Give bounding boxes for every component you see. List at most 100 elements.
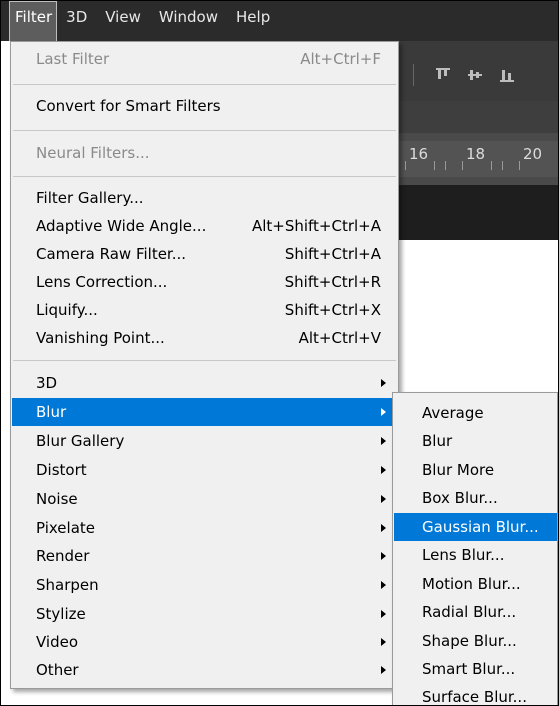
menu-item-shortcut: Alt+Ctrl+V: [298, 329, 381, 347]
align-top-edges-icon[interactable]: [436, 68, 450, 82]
menu-item-shortcut: Alt+Ctrl+F: [300, 50, 381, 68]
document-pasteboard: [399, 185, 558, 240]
menu-item-label: Video: [36, 633, 79, 651]
menu-item-video[interactable]: Video: [11, 628, 398, 656]
menu-item-label: Sharpen: [36, 576, 99, 594]
submenu-item-blur-more[interactable]: Blur More: [393, 456, 557, 484]
ruler-number: 18: [466, 145, 486, 163]
menu-item-label: Stylize: [36, 605, 86, 623]
menu-item-label: Neural Filters...: [36, 144, 150, 162]
submenu-arrow-icon: [381, 666, 386, 674]
options-divider: [413, 64, 414, 86]
menu-item-label: Liquify...: [36, 301, 98, 319]
menu-help[interactable]: Help: [227, 1, 279, 34]
menu-item-distort[interactable]: Distort: [11, 456, 398, 484]
menu-item-vanishing-point[interactable]: Vanishing Point... Alt+Ctrl+V: [11, 324, 398, 352]
menu-3d[interactable]: 3D: [57, 1, 96, 34]
ruler-number: 16: [409, 145, 429, 163]
menu-item-label: Camera Raw Filter...: [36, 245, 187, 263]
menu-item-lens-correction[interactable]: Lens Correction... Shift+Ctrl+R: [11, 268, 398, 296]
submenu-arrow-icon: [381, 466, 386, 474]
submenu-item-label: Lens Blur...: [422, 546, 505, 564]
submenu-arrow-icon: [381, 524, 386, 532]
submenu-item-lens-blur[interactable]: Lens Blur...: [393, 541, 557, 569]
submenu-item-surface-blur[interactable]: Surface Blur...: [393, 683, 557, 705]
menu-item-neural-filters: Neural Filters...: [11, 139, 398, 167]
menu-item-last-filter: Last Filter Alt+Ctrl+F: [11, 45, 398, 73]
menu-item-label: Blur: [36, 403, 67, 421]
menu-item-blur-gallery[interactable]: Blur Gallery: [11, 427, 398, 455]
menu-item-shortcut: Shift+Ctrl+X: [284, 301, 381, 319]
submenu-item-label: Smart Blur...: [422, 660, 516, 678]
submenu-item-label: Blur More: [422, 461, 495, 479]
menu-item-label: 3D: [36, 374, 58, 392]
submenu-item-gaussian-blur[interactable]: Gaussian Blur...: [394, 513, 557, 541]
menu-item-pixelate[interactable]: Pixelate: [11, 514, 398, 542]
submenu-item-label: Box Blur...: [422, 489, 498, 507]
menu-item-label: Last Filter: [36, 50, 110, 68]
menu-item-render[interactable]: Render: [11, 542, 398, 570]
submenu-arrow-icon: [381, 379, 386, 387]
document-tab-strip: [399, 101, 558, 133]
menu-item-sharpen[interactable]: Sharpen: [11, 571, 398, 599]
menu-item-3d[interactable]: 3D: [11, 369, 398, 397]
submenu-item-motion-blur[interactable]: Motion Blur...: [393, 570, 557, 598]
submenu-item-label: Average: [422, 404, 484, 422]
menu-window[interactable]: Window: [150, 1, 227, 34]
submenu-arrow-icon: [381, 610, 386, 618]
submenu-item-shape-blur[interactable]: Shape Blur...: [393, 627, 557, 655]
menu-item-label: Distort: [36, 461, 87, 479]
align-bottom-edges-icon[interactable]: [500, 68, 514, 82]
menu-separator: [13, 360, 396, 361]
menu-separator: [13, 176, 396, 177]
menu-item-label: Lens Correction...: [36, 273, 168, 291]
submenu-arrow-icon: [381, 638, 386, 646]
align-icons-group: [413, 64, 514, 86]
menu-item-label: Other: [36, 661, 79, 679]
submenu-item-radial-blur[interactable]: Radial Blur...: [393, 598, 557, 626]
menu-item-adaptive-wide-angle[interactable]: Adaptive Wide Angle... Alt+Shift+Ctrl+A: [11, 212, 398, 240]
submenu-item-box-blur[interactable]: Box Blur...: [393, 484, 557, 512]
submenu-arrow-icon: [381, 581, 386, 589]
menu-view[interactable]: View: [96, 1, 150, 34]
photoshop-window: Filter 3D View Window Help 16 18 20 Last…: [0, 0, 559, 706]
menu-item-other[interactable]: Other: [11, 656, 398, 684]
menu-separator: [13, 130, 396, 131]
menu-bar: Filter 3D View Window Help: [1, 1, 558, 41]
menu-separator: [13, 84, 396, 85]
menu-item-label: Blur Gallery: [36, 432, 125, 450]
filter-menu: Last Filter Alt+Ctrl+F Convert for Smart…: [10, 41, 399, 689]
submenu-arrow-icon: [381, 437, 386, 445]
submenu-item-label: Shape Blur...: [422, 632, 517, 650]
submenu-item-blur[interactable]: Blur: [393, 427, 557, 455]
menu-item-label: Noise: [36, 490, 78, 508]
menu-item-label: Adaptive Wide Angle...: [36, 217, 207, 235]
menu-item-filter-gallery[interactable]: Filter Gallery...: [11, 184, 398, 212]
blur-submenu: Average Blur Blur More Box Blur... Gauss…: [392, 392, 558, 705]
menu-item-stylize[interactable]: Stylize: [11, 600, 398, 628]
horizontal-ruler: 16 18 20: [399, 133, 558, 185]
menu-item-camera-raw-filter[interactable]: Camera Raw Filter... Shift+Ctrl+A: [11, 240, 398, 268]
menu-item-noise[interactable]: Noise: [11, 485, 398, 513]
submenu-item-average[interactable]: Average: [393, 399, 557, 427]
menu-item-label: Filter Gallery...: [36, 189, 144, 207]
submenu-item-label: Blur: [422, 432, 453, 450]
menu-item-blur[interactable]: Blur: [12, 398, 397, 426]
submenu-arrow-icon: [381, 552, 386, 560]
ruler-number: 20: [523, 145, 543, 163]
menu-item-label: Vanishing Point...: [36, 329, 165, 347]
submenu-item-label: Motion Blur...: [422, 575, 521, 593]
menu-item-label: Render: [36, 547, 90, 565]
menu-item-label: Pixelate: [36, 519, 95, 537]
menu-item-convert-for-smart-filters[interactable]: Convert for Smart Filters: [11, 92, 398, 120]
submenu-arrow-icon: [381, 495, 386, 503]
submenu-arrow-icon: [381, 408, 386, 416]
menu-item-shortcut: Shift+Ctrl+A: [284, 245, 381, 263]
submenu-item-label: Gaussian Blur...: [422, 518, 539, 536]
menu-item-shortcut: Alt+Shift+Ctrl+A: [251, 217, 381, 235]
submenu-item-smart-blur[interactable]: Smart Blur...: [393, 655, 557, 683]
menu-item-label: Convert for Smart Filters: [36, 97, 221, 115]
align-vertical-centers-icon[interactable]: [468, 68, 482, 82]
menu-item-liquify[interactable]: Liquify... Shift+Ctrl+X: [11, 296, 398, 324]
menu-filter[interactable]: Filter: [9, 1, 58, 41]
